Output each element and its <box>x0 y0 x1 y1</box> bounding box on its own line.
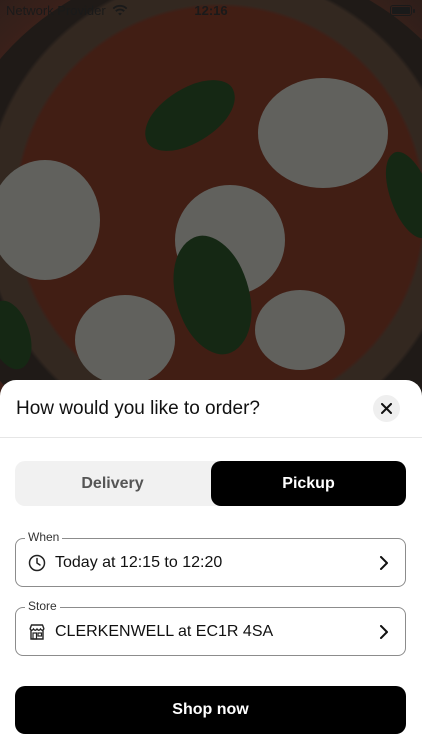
store-label: Store <box>25 599 60 613</box>
pickup-option[interactable]: Pickup <box>211 461 406 506</box>
chevron-right-icon <box>380 625 388 639</box>
when-label: When <box>25 530 63 544</box>
store-icon <box>29 624 45 640</box>
battery-icon <box>390 5 415 16</box>
sheet-header: How would you like to order? <box>0 380 422 438</box>
status-bar: Network Provider 12:16 <box>0 0 422 24</box>
when-value: Today at 12:15 to 12:20 <box>55 554 223 571</box>
close-icon <box>381 403 392 414</box>
when-field[interactable]: When Today at 12:15 to 12:20 <box>15 530 406 587</box>
status-time: 12:16 <box>194 3 228 18</box>
store-field[interactable]: Store CLERKENWELL at EC1R 4SA <box>15 599 406 656</box>
shop-now-button[interactable]: Shop now <box>15 686 406 734</box>
order-type-segmented-control: Delivery Pickup <box>15 461 406 506</box>
order-type-sheet: How would you like to order? Delivery Pi… <box>0 380 422 750</box>
clock-icon <box>28 554 46 572</box>
delivery-option[interactable]: Delivery <box>15 461 210 506</box>
sheet-title: How would you like to order? <box>16 398 260 419</box>
close-button[interactable] <box>373 395 400 422</box>
chevron-right-icon <box>380 556 388 570</box>
store-value: CLERKENWELL at EC1R 4SA <box>55 623 274 640</box>
